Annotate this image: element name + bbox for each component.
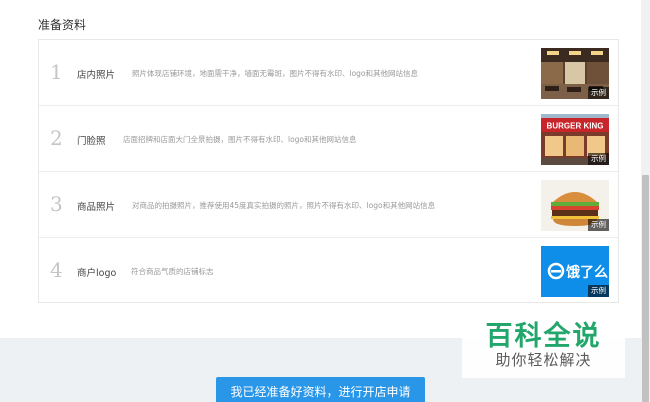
list-item: 4 商户logo 符合商品气质的店铺标志 饿了么 示例 [39, 238, 618, 304]
submit-button[interactable]: 我已经准备好资料，进行开店申请 [216, 377, 425, 402]
item-name: 店内照片 [77, 70, 116, 81]
watermark-subtitle: 助你轻松解决 [495, 351, 592, 369]
watermark: 百科全说 助你轻松解决 [462, 312, 625, 378]
scrollbar-thumb[interactable] [642, 175, 649, 402]
item-number: 3 [50, 192, 63, 216]
item-description: 照片体现店铺环境，地面需干净，墙面无霉斑，图片不得有水印、logo和其他网站信息 [132, 69, 419, 78]
list-item: 2 门脸照 店面招牌和店面大门全景拍摄，图片不得有水印、logo和其他网站信息 … [39, 106, 618, 172]
watermark-title: 百科全说 [485, 321, 602, 352]
item-description: 店面招牌和店面大门全景拍摄，图片不得有水印、logo和其他网站信息 [123, 135, 357, 144]
example-thumbnail[interactable]: 示例 [541, 180, 609, 231]
item-name: 门脸照 [77, 136, 106, 147]
logo-text: 饿了么 [565, 264, 608, 281]
list-item: 1 店内照片 照片体现店铺环境，地面需干净，墙面无霉斑，图片不得有水印、logo… [39, 40, 618, 106]
example-thumbnail[interactable]: BURGER KING 示例 [541, 114, 609, 165]
example-label: 示例 [588, 153, 609, 165]
example-thumbnail[interactable]: 饿了么 示例 [541, 246, 609, 297]
materials-list: 1 店内照片 照片体现店铺环境，地面需干净，墙面无霉斑，图片不得有水印、logo… [38, 39, 619, 303]
item-description: 符合商品气质的店铺标志 [131, 267, 214, 276]
list-item: 3 商品照片 对商品的拍摄照片，推荐使用45度真实拍摄的照片，照片不得有水印、l… [39, 172, 618, 238]
item-name: 商户logo [77, 268, 117, 279]
item-number: 2 [50, 126, 63, 150]
store-sign-text: BURGER KING [547, 122, 604, 131]
section-title: 准备资料 [38, 18, 87, 32]
item-description: 对商品的拍摄照片，推荐使用45度真实拍摄的照片，照片不得有水印、logo和其他网… [132, 201, 436, 210]
item-number: 1 [50, 60, 63, 84]
item-name: 商品照片 [77, 202, 116, 213]
example-label: 示例 [588, 219, 609, 231]
item-number: 4 [50, 258, 63, 282]
example-label: 示例 [588, 87, 609, 99]
example-label: 示例 [588, 285, 609, 297]
example-thumbnail[interactable]: 示例 [541, 48, 609, 99]
